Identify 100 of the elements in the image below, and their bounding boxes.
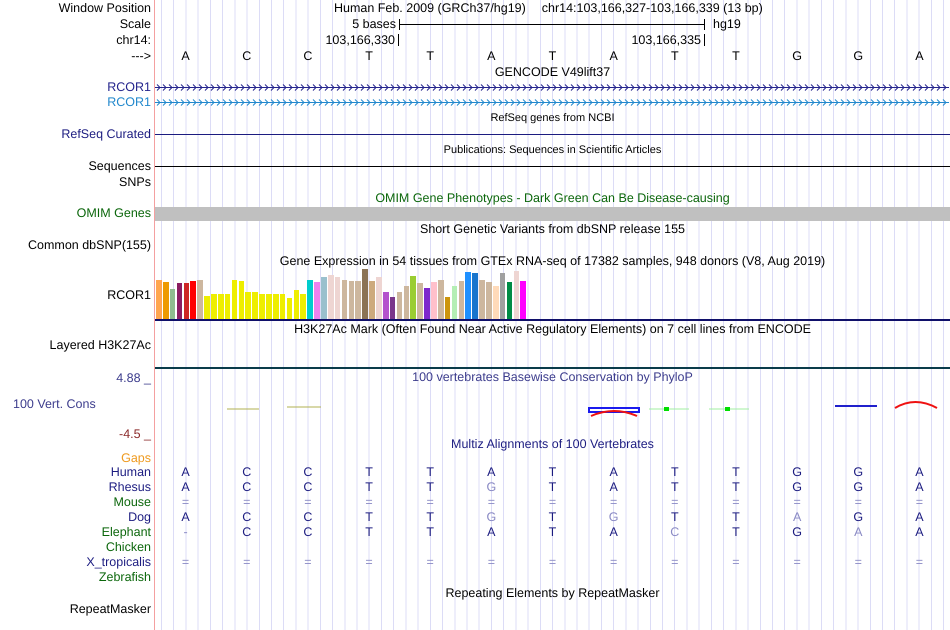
base-letter: = [486, 556, 496, 569]
base-letter: = [854, 496, 863, 509]
assembly-name: Human Feb. 2009 (GRCh37/hg19) [334, 2, 526, 14]
base-letter: A [608, 50, 619, 62]
base-letter: G [791, 481, 803, 494]
base-letter: C [241, 466, 252, 479]
scale-text: 5 bases [352, 18, 396, 30]
base-letter: = [426, 556, 435, 569]
base-letter: G [791, 526, 803, 539]
base-letter: T [548, 526, 558, 539]
conservation-signal-mark [648, 407, 690, 411]
base-letter: = [242, 556, 252, 569]
base-letter: C [302, 466, 314, 479]
base-letter: A [914, 481, 925, 494]
axis-min-label: -4.5 _ [119, 427, 151, 442]
track-title: 100 vertebrates Basewise Conservation by PhyloP [412, 370, 693, 384]
base-letter: A [486, 50, 497, 62]
base-letter: G [485, 511, 498, 524]
base-letter: A [914, 526, 925, 539]
base-letter: A [792, 511, 802, 524]
base-letter: C [669, 526, 680, 539]
track-title: Repeating Elements by RepeatMasker [445, 586, 660, 600]
base-letter: A [914, 511, 925, 524]
track-title: Publications: Sequences in Scientific Articles [444, 144, 662, 156]
base-letter: T [548, 466, 558, 479]
species-label: Human [110, 466, 151, 479]
base-letter: T [670, 511, 680, 524]
base-letter: C [241, 526, 252, 539]
base-letter: G [791, 466, 803, 479]
base-letter: = [548, 556, 558, 569]
base-letter: = [792, 496, 802, 509]
species-label: X_tropicalis [86, 556, 151, 569]
base-letter: T [364, 511, 374, 524]
base-letter: T [364, 526, 374, 539]
track-label: RCOR1 [107, 81, 151, 94]
base-letter: A [486, 526, 497, 539]
track-label: SNPs [119, 176, 151, 188]
base-letter: G [852, 511, 864, 524]
base-letter: A [914, 50, 925, 62]
base-letter: = [303, 496, 313, 509]
track-label: 100 Vert. Cons [13, 396, 96, 410]
base-letter: T [731, 511, 741, 524]
row-label: Scale [120, 18, 151, 30]
track-label: Sequences [88, 160, 151, 172]
base-letter: = [608, 556, 618, 569]
base-letter: = [670, 556, 680, 569]
tick-mark [398, 34, 399, 46]
base-letter: = [486, 496, 496, 509]
base-letter: = [792, 556, 802, 569]
conservation-signal-line [226, 408, 260, 410]
base-letter: = [914, 556, 924, 569]
base-letter: C [302, 526, 314, 539]
base-letter: A [608, 466, 619, 479]
track-title: GENCODE V49lift37 [494, 66, 610, 78]
track-title: RefSeq genes from NCBI [490, 112, 615, 124]
tick-mark [704, 34, 705, 46]
row-label: Window Position [58, 2, 151, 14]
base-letter: C [302, 511, 314, 524]
track-title: OMIM Gene Phenotypes - Dark Green Can Be Disease-causing [375, 192, 730, 204]
base-letter: G [852, 50, 864, 62]
base-letter: A [180, 466, 191, 479]
base-letter: T [731, 481, 741, 494]
conservation-signal-mark [708, 407, 750, 411]
base-letter: T [731, 526, 741, 539]
genomic-position: chr14:103,166,327-103,166,339 (13 bp) [542, 2, 763, 14]
conservation-signal-mark [588, 407, 640, 417]
base-letter: = [180, 496, 190, 509]
track-title: H3K27Ac Mark (Often Found Near Active Regulatory Elements) on 7 cell lines from ENCODE [294, 322, 811, 336]
scale-assembly: hg19 [713, 18, 741, 30]
track-title: Gene Expression in 54 tissues from GTEx RNA-seq of 17382 samples, 948 donors (V8, Aug 2019) [280, 254, 826, 268]
base-letter: = [426, 496, 435, 509]
base-letter: = [180, 556, 190, 569]
base-letter: A [180, 50, 191, 62]
track-label: OMIM Genes [76, 207, 151, 220]
track-label: Gaps [121, 452, 151, 465]
base-letter: T [425, 466, 435, 479]
base-letter: = [670, 496, 680, 509]
track-label: RepeatMasker [70, 602, 151, 616]
base-letter: G [791, 50, 803, 62]
base-letter: T [548, 50, 558, 62]
base-letter: = [242, 496, 252, 509]
base-letter: = [548, 496, 558, 509]
base-letter: T [670, 481, 680, 494]
base-letter: T [425, 50, 435, 62]
base-letter: T [731, 50, 741, 62]
conservation-signal-arc [894, 401, 938, 409]
track-label: Layered H3K27Ac [50, 338, 151, 352]
row-label: chr14: [116, 34, 151, 46]
base-letter: T [670, 466, 680, 479]
base-letter: C [241, 50, 252, 62]
base-letter: T [364, 466, 374, 479]
base-letter: = [914, 496, 924, 509]
track-label: Common dbSNP(155) [28, 238, 151, 252]
base-letter: T [670, 50, 680, 62]
base-letter: = [854, 556, 863, 569]
base-letter: A [180, 511, 191, 524]
base-letter: A [853, 526, 864, 539]
coordinate-label: 103,166,330 [325, 34, 395, 46]
base-letter: T [425, 481, 435, 494]
conservation-signal-line [835, 405, 877, 407]
